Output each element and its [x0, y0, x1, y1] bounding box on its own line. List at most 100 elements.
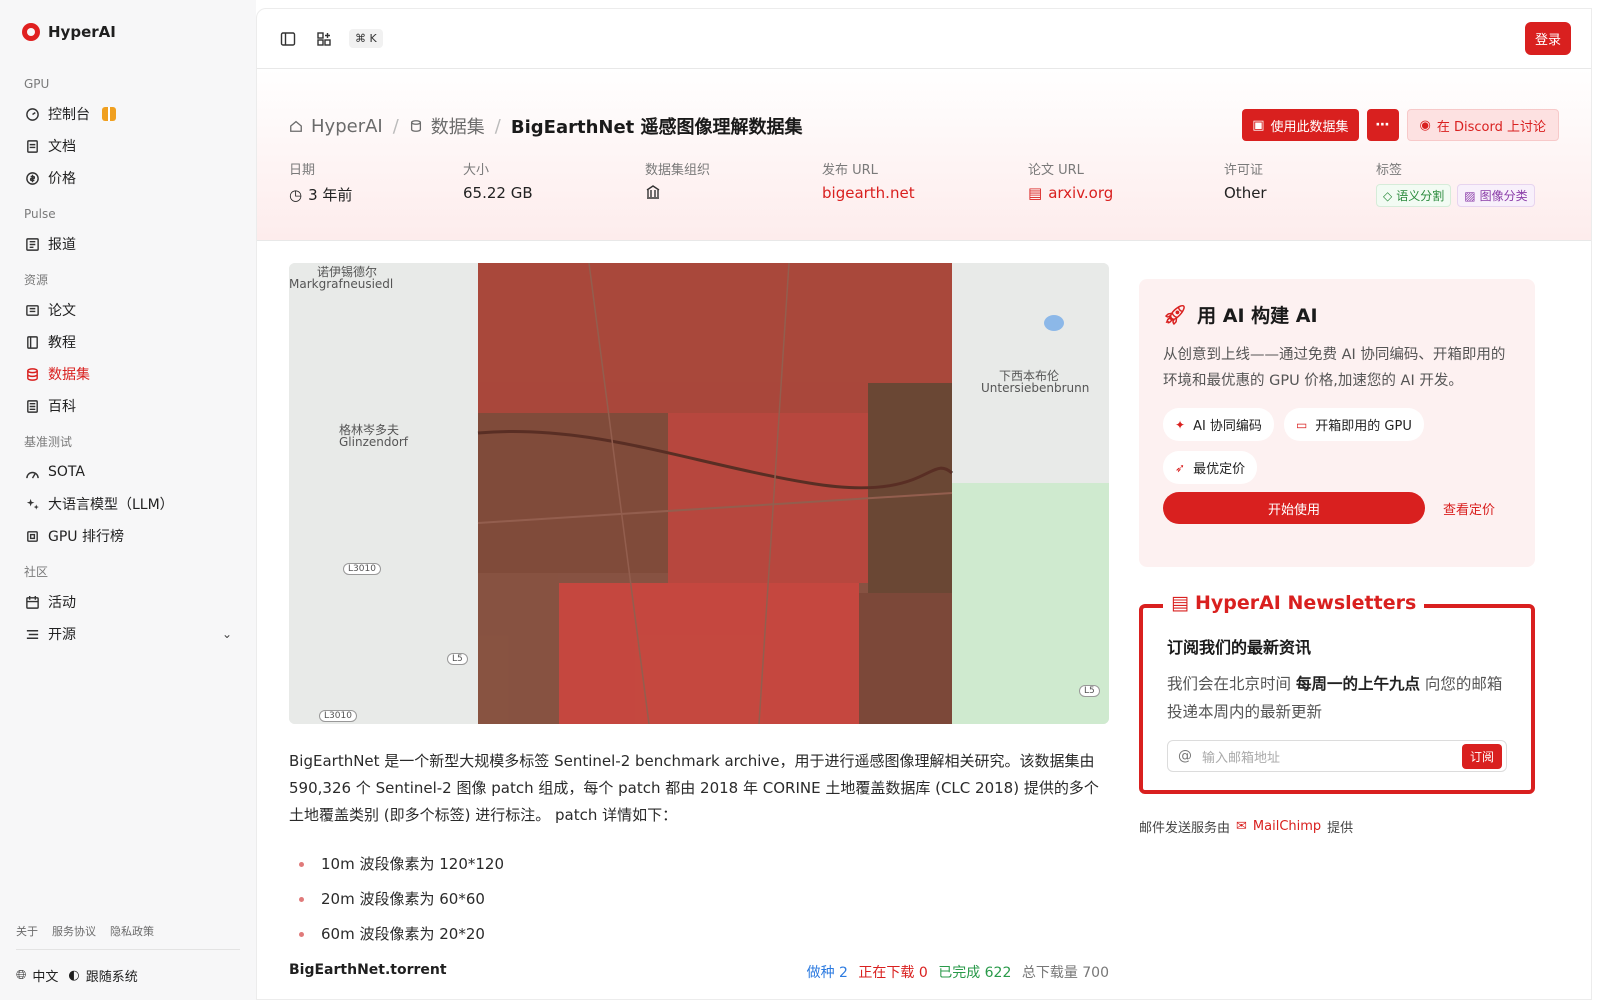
sidebar-item-docs[interactable]: 文档	[16, 130, 240, 162]
newsletter-text: 我们会在北京时间 每周一的上午九点 向您的邮箱投递本周内的最新更新	[1167, 670, 1507, 726]
language-switcher[interactable]: 🌐︎ 中文	[16, 966, 58, 985]
meta-value	[645, 184, 822, 204]
sidebar-item-sota[interactable]: SOTA	[16, 456, 240, 488]
sidebar-toggle-icon[interactable]	[277, 28, 299, 50]
sidebar-item-papers[interactable]: 论文	[16, 294, 240, 326]
calendar-icon	[24, 594, 40, 610]
tag-label: 图像分类	[1479, 189, 1528, 203]
brand[interactable]: HyperAI	[16, 0, 240, 64]
clock-icon: ◷	[289, 185, 303, 204]
about-link[interactable]: 关于	[16, 923, 38, 939]
terms-link[interactable]: 服务协议	[52, 923, 96, 939]
sidebar-footer: 关于 服务协议 隐私政策 🌐︎ 中文 ◐ 跟随系统	[16, 923, 240, 1000]
paper-url[interactable]: ▤ arxiv.org	[1028, 184, 1224, 202]
rocket-icon: ➶	[1175, 460, 1186, 475]
nav-heading: 资源	[24, 273, 49, 287]
brand-name: HyperAI	[48, 23, 116, 41]
sidebar-item-datasets[interactable]: 数据集	[16, 358, 240, 390]
command-shortcut[interactable]: ⌘ K	[349, 29, 383, 48]
chevron-down-icon[interactable]: ⌄	[222, 627, 232, 641]
promo-card: 🚀︎ 用 AI 构建 AI 从创意到上线——通过免费 AI 协同编码、开箱即用的环…	[1139, 279, 1535, 567]
sidebar-item-console[interactable]: 控制台	[16, 98, 240, 130]
sidebar-item-events[interactable]: 活动	[16, 586, 240, 618]
email-input[interactable]: 输入邮箱地址	[1202, 747, 1452, 766]
provider-pre: 邮件发送服务由	[1139, 821, 1231, 836]
torrent-title[interactable]: BigEarthNet.torrent	[289, 962, 447, 982]
theme-switcher[interactable]: ◐ 跟随系统	[68, 966, 137, 985]
main-panel: ⌘ K 登录 HyperAI / 数据集 / BigEarthNet 遥感图像理…	[256, 8, 1592, 1000]
sidebar-item-label: 开源	[48, 627, 76, 643]
rocket-icon: 🚀︎	[1163, 304, 1188, 326]
tag-image-classification[interactable]: ▨ 图像分类	[1457, 184, 1535, 207]
downloading-count: 正在下载 0	[858, 965, 928, 981]
meta-tags: 标签 ◇ 语义分割 ▨ 图像分类	[1376, 159, 1535, 207]
discord-button[interactable]: ◉ 在 Discord 上讨论	[1406, 109, 1559, 141]
sidebar-item-tutorials[interactable]: 教程	[16, 326, 240, 358]
price-icon	[24, 170, 40, 186]
mailchimp-link[interactable]: MailChimp	[1253, 819, 1321, 834]
dataset-content: 诺伊锡德尔 Markgrafneusiedl 格林岑多夫 Glinzendorf…	[289, 263, 1109, 982]
list-item: 20m 波段像素为 60*60	[289, 882, 1109, 917]
list-item: 10m 波段像素为 120*120	[289, 847, 1109, 882]
newsletter-icon: ▤	[1171, 592, 1189, 614]
breadcrumb-home[interactable]: HyperAI	[311, 116, 383, 137]
use-dataset-button[interactable]: ▣ 使用此数据集	[1242, 109, 1359, 141]
sparkle-icon: ✦	[1175, 417, 1186, 432]
dataset-actions: ▣ 使用此数据集 ⋯ ◉ 在 Discord 上讨论	[1242, 109, 1559, 141]
gift-icon	[102, 107, 116, 121]
sidebar-item-label: 价格	[48, 171, 76, 187]
sidebar-item-gpu-leaderboard[interactable]: GPU 排行榜	[16, 520, 240, 552]
terminal-icon: ▣	[1252, 117, 1265, 133]
meta-date: 日期 ◷ 3 年前	[289, 159, 463, 207]
more-options-button[interactable]: ⋯	[1366, 109, 1399, 141]
sidebar-item-label: 百科	[48, 399, 76, 415]
privacy-link[interactable]: 隐私政策	[110, 923, 154, 939]
subscribe-button[interactable]: 订阅	[1461, 743, 1502, 769]
release-url-link[interactable]: bigearth.net	[822, 184, 1028, 202]
sidebar-item-news[interactable]: 报道	[16, 228, 240, 260]
dataset-meta: 日期 ◷ 3 年前 大小 65.22 GB 数据集组织 发布 URL bigear…	[289, 159, 1559, 207]
paper-url-link: arxiv.org	[1048, 184, 1114, 202]
tag-list: ◇ 语义分割 ▨ 图像分类	[1376, 184, 1535, 207]
apps-icon[interactable]	[313, 28, 335, 50]
promo-title-row: 🚀︎ 用 AI 构建 AI	[1163, 301, 1511, 328]
sidebar-item-label: 教程	[48, 335, 76, 351]
image-icon: ▨	[1464, 188, 1476, 203]
meta-label: 发布 URL	[822, 163, 878, 178]
dataset-icon	[24, 366, 40, 382]
tag-semantic-segmentation[interactable]: ◇ 语义分割	[1376, 184, 1452, 207]
nav-group-resources: 资源 论文 教程 数据集 百科	[16, 266, 240, 422]
sidebar-item-opensource[interactable]: 开源 ⌄	[16, 618, 240, 650]
map-label: Glinzendorf	[339, 435, 408, 449]
language-label: 中文	[32, 969, 59, 985]
login-button[interactable]: 登录	[1524, 22, 1571, 55]
institution-icon	[645, 184, 661, 204]
cpu-icon	[24, 528, 40, 544]
meta-label: 数据集组织	[645, 163, 711, 178]
sidebar-item-label: 大语言模型（LLM）	[48, 497, 174, 513]
license-value: Other	[1224, 184, 1267, 202]
sidebar-item-llm[interactable]: 大语言模型（LLM）	[16, 488, 240, 520]
meta-paper-url: 论文 URL ▤ arxiv.org	[1028, 159, 1224, 207]
sidebar-item-label: 论文	[48, 303, 76, 319]
chart-icon	[24, 464, 40, 480]
meta-value: ◷ 3 年前	[289, 184, 463, 205]
sidebar-item-label: 活动	[48, 595, 76, 611]
paper-icon	[24, 302, 40, 318]
nav-group-benchmarks: 基准测试 SOTA 大语言模型（LLM） GPU 排行榜	[16, 428, 240, 552]
feature-label: 开箱即用的 GPU	[1315, 419, 1412, 434]
sidebar-item-label: 报道	[48, 237, 76, 253]
map-label: Markgrafneusiedl	[289, 277, 394, 291]
legal-links: 关于 服务协议 隐私政策	[16, 923, 240, 950]
sidebar-item-wiki[interactable]: 百科	[16, 390, 240, 422]
list-icon	[24, 626, 40, 642]
breadcrumb-datasets[interactable]: 数据集	[431, 113, 485, 139]
page-title: BigEarthNet 遥感图像理解数据集	[510, 117, 803, 138]
newsletter-schedule: 每周一的上午九点	[1295, 675, 1420, 693]
tag-label: 语义分割	[1396, 189, 1445, 203]
view-pricing-link[interactable]: 查看定价	[1443, 499, 1495, 518]
meta-label: 论文 URL	[1028, 163, 1084, 178]
start-button[interactable]: 开始使用	[1163, 492, 1425, 524]
sidebar-item-pricing[interactable]: 价格	[16, 162, 240, 194]
feature-pill: ✦ AI 协同编码	[1163, 408, 1274, 441]
